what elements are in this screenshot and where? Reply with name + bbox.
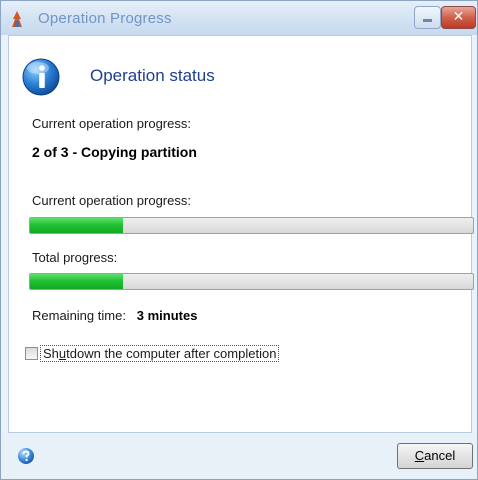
- remaining-time-label: Remaining time:: [32, 308, 126, 323]
- current-step-text: 2 of 3 - Copying partition: [32, 144, 197, 160]
- close-icon: ✕: [452, 9, 465, 25]
- title-bar[interactable]: Operation Progress ✕: [1, 1, 477, 35]
- current-progress-bar: [29, 217, 474, 234]
- info-icon: [22, 58, 60, 96]
- help-icon[interactable]: [17, 447, 35, 465]
- remaining-time-row: Remaining time: 3 minutes: [32, 308, 197, 323]
- current-progress-label: Current operation progress:: [32, 193, 191, 208]
- shutdown-label-suffix: tdown the computer after completion: [66, 346, 277, 361]
- minimize-button[interactable]: [414, 6, 441, 29]
- cancel-button[interactable]: Cancel: [397, 443, 473, 469]
- total-progress-label: Total progress:: [32, 250, 118, 265]
- total-progress-bar: [29, 273, 474, 290]
- current-operation-label: Current operation progress:: [32, 116, 191, 131]
- shutdown-checkbox[interactable]: [25, 347, 38, 360]
- minimize-icon: [423, 19, 432, 22]
- app-icon: [12, 11, 22, 27]
- shutdown-label-prefix: Sh: [43, 346, 59, 361]
- window-title: Operation Progress: [38, 10, 172, 27]
- cancel-label-rest: ancel: [424, 448, 456, 463]
- cancel-mnemonic: C: [414, 448, 425, 463]
- operation-progress-window: Operation Progress ✕ Operation status Cu…: [0, 0, 478, 480]
- content-panel: Operation status Current operation progr…: [8, 35, 474, 433]
- total-progress-fill: [30, 274, 124, 289]
- close-button[interactable]: ✕: [441, 6, 476, 29]
- heading: Operation status: [90, 66, 215, 85]
- shutdown-checkbox-label[interactable]: Shutdown the computer after completion: [40, 345, 280, 362]
- current-progress-fill: [30, 218, 124, 233]
- remaining-time-value: 3 minutes: [136, 308, 198, 323]
- footer-bar: Cancel: [1, 433, 477, 479]
